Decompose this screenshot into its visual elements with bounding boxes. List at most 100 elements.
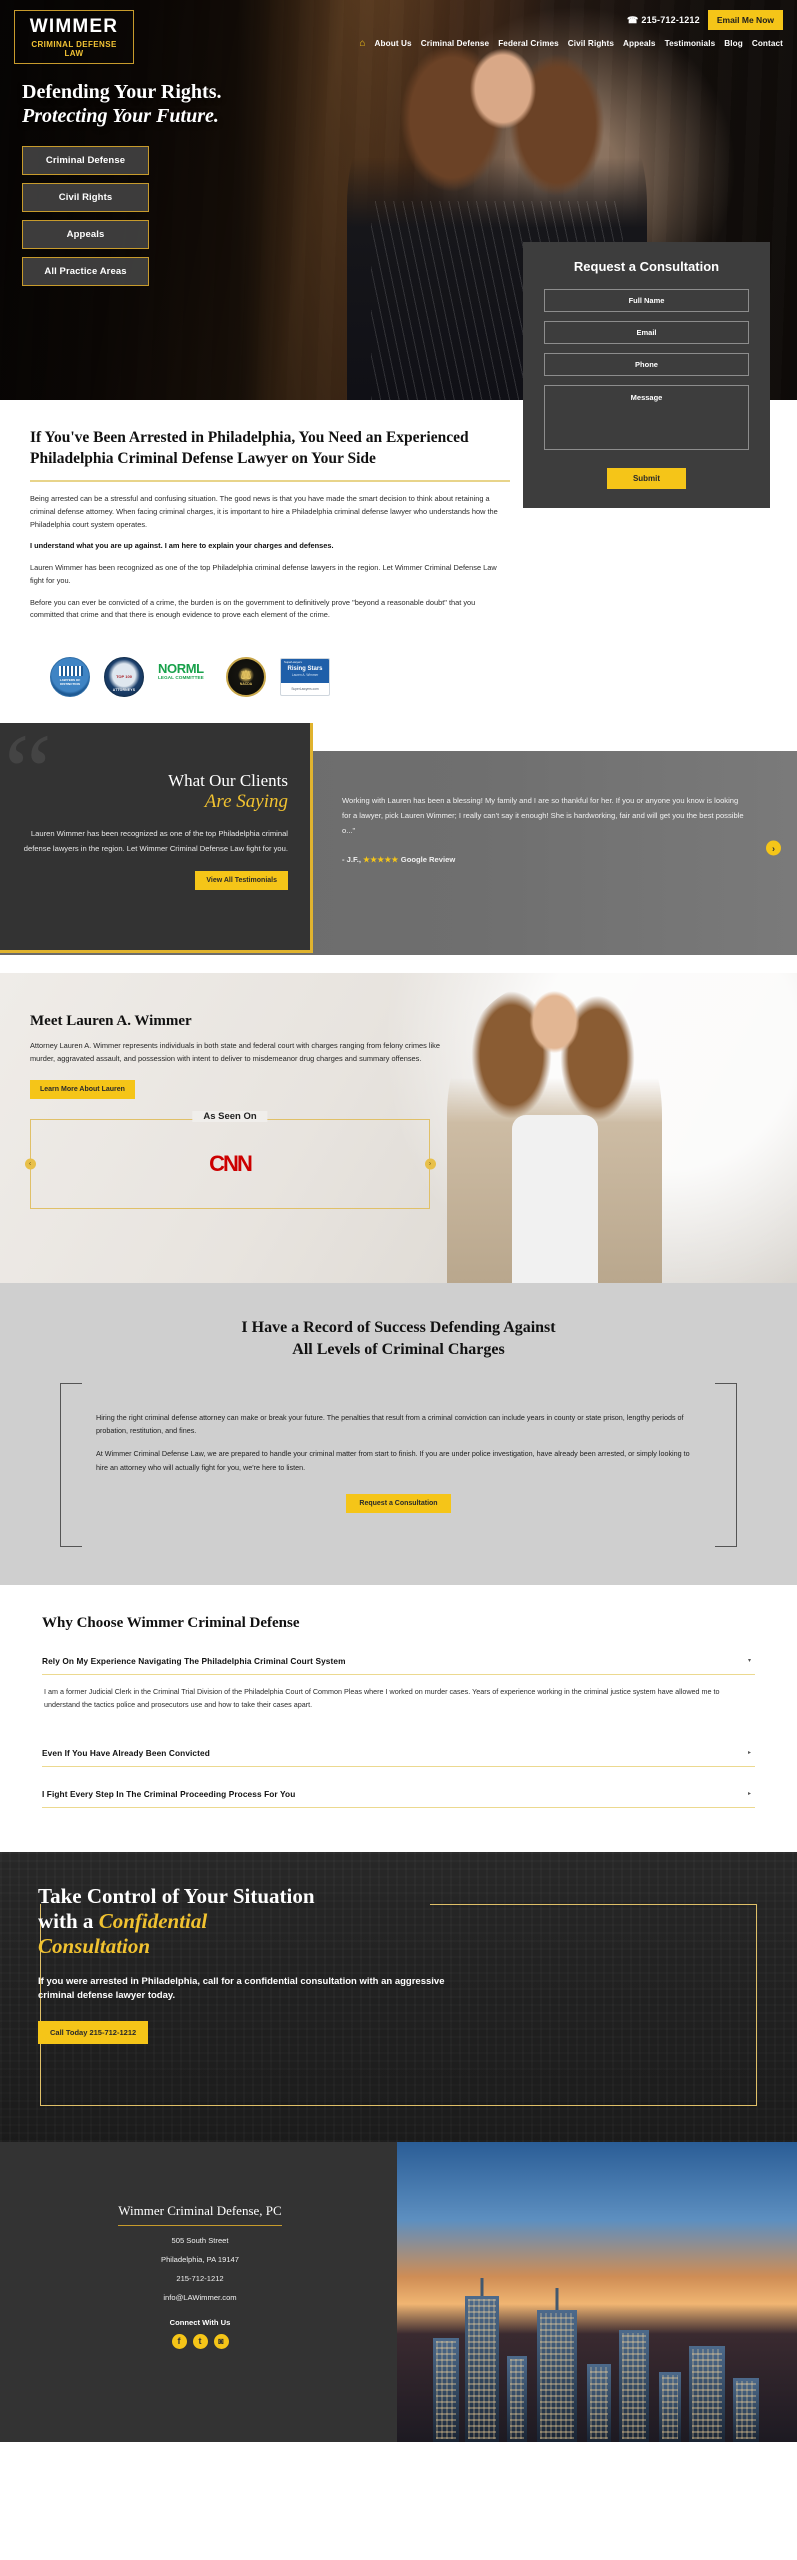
page-root: WIMMER CRIMINAL DEFENSE LAW ☎ 215-712-12… (0, 0, 797, 2442)
testimonial-attribution: - J.F., ★★★★★ Google Review (342, 855, 747, 864)
instagram-icon[interactable]: ◙ (213, 2333, 229, 2349)
hero-button-all-practice-areas[interactable]: All Practice Areas (22, 256, 149, 286)
as-seen-on-label: As Seen On (192, 1110, 268, 1122)
accordion-item-convicted: Even If You Have Already Been Convicted … (42, 1742, 755, 1767)
why-choose-heading: Why Choose Wimmer Criminal Defense (42, 1614, 300, 1631)
email-input[interactable] (544, 321, 749, 345)
footer-email[interactable]: info@LAWimmer.com (0, 2293, 400, 2302)
accordion-header-convicted[interactable]: Even If You Have Already Been Convicted … (42, 1742, 755, 1767)
full-name-input[interactable] (544, 289, 749, 313)
nav-item-appeals[interactable]: Appeals (623, 39, 656, 48)
learn-more-about-lauren-button[interactable]: Learn More About Lauren (30, 1079, 135, 1099)
nav-item-contact[interactable]: Contact (752, 39, 783, 48)
intro-paragraph-4: Before you can ever be convicted of a cr… (30, 597, 476, 620)
nav-item-blog[interactable]: Blog (724, 39, 743, 48)
testimonials-heading-line2: Are Saying (204, 790, 288, 812)
rising-stars-name: Lauren A. Wimmer (291, 672, 319, 677)
as-seen-on-next-arrow-icon[interactable]: › (424, 1158, 436, 1170)
footer-connect-label: Connect With Us (169, 2317, 231, 2327)
record-bracket-box: Hiring the right criminal defense attorn… (60, 1382, 737, 1547)
accordion-header-every-step[interactable]: I Fight Every Step In The Criminal Proce… (42, 1783, 755, 1808)
cta-heading-line1: Take Control of Your Situation (38, 1883, 315, 1908)
footer-address-line-2: Philadelphia, PA 19147 (161, 2254, 239, 2264)
badge-nacda (226, 657, 266, 698)
rising-stars-top: SuperLawyers Rising Stars Lauren A. Wimm… (281, 659, 329, 684)
chevron-down-icon: ▾ (747, 1658, 751, 1665)
cta-heading-line3-gold: Consultation (38, 1934, 151, 1959)
chevron-right-icon: ▸ (747, 1791, 751, 1798)
skyline-building (465, 2295, 499, 2442)
skyline-graphic (397, 2292, 797, 2442)
header-right: ☎ 215-712-1212 Email Me Now ⌂ About Us C… (359, 10, 783, 49)
skyline-building (619, 2329, 649, 2442)
skyline-building (659, 2371, 681, 2442)
header-phone[interactable]: ☎ 215-712-1212 (627, 15, 700, 26)
hero-button-civil-rights[interactable]: Civil Rights (22, 182, 149, 212)
nav-item-criminal-defense[interactable]: Criminal Defense (421, 39, 490, 48)
footer-contact-block: Wimmer Criminal Defense, PC 505 South St… (0, 2142, 400, 2349)
testimonial-quote-text: Working with Lauren has been a blessing!… (342, 796, 744, 836)
record-heading-line1: I Have a Record of Success Defending Aga… (241, 1319, 556, 1337)
site-logo[interactable]: WIMMER CRIMINAL DEFENSE LAW (14, 10, 134, 64)
consultation-form-title: Request a Consultation (573, 259, 720, 274)
cta-heading-line2-plain: with a (38, 1908, 99, 1933)
skyline-building (587, 2363, 611, 2442)
rising-stars-url: SuperLawyers.com (291, 687, 319, 692)
hero-headline-line1: Defending Your Rights. (22, 81, 222, 103)
phone-input[interactable] (544, 353, 749, 377)
request-a-consultation-button[interactable]: Request a Consultation (346, 1493, 451, 1513)
facebook-icon[interactable]: f (171, 2333, 187, 2349)
intro-section: If You've Been Arrested in Philadelphia,… (0, 400, 540, 649)
footer-phone[interactable]: 215-712-1212 (0, 2274, 400, 2283)
testimonials-heading-line1: What Our Clients (168, 771, 288, 791)
testimonial-next-arrow-icon[interactable]: › (766, 840, 781, 856)
skyline-building (507, 2355, 527, 2442)
skyline-building (433, 2337, 459, 2442)
logo-secondary-text: CRIMINAL DEFENSE LAW (31, 40, 117, 58)
award-badges: NORML LEGAL COMMITTEE SuperLawyers Risin… (0, 649, 797, 723)
nav-item-civil-rights[interactable]: Civil Rights (568, 39, 614, 48)
testimonial-source: Google Review (400, 854, 456, 864)
rising-stars-title: Rising Stars (287, 665, 323, 672)
footer-skyline-image (397, 2141, 797, 2442)
meet-copy: Meet Lauren A. Wimmer Attorney Lauren A.… (0, 973, 440, 1099)
accordion-header-experience[interactable]: Rely On My Experience Navigating The Phi… (42, 1650, 755, 1675)
intro-paragraph-1: Being arrested can be a stressful and co… (30, 494, 498, 529)
message-textarea[interactable] (544, 385, 749, 451)
hero-headline-line2: Protecting Your Future. (22, 105, 219, 128)
nav-item-testimonials[interactable]: Testimonials (665, 39, 716, 48)
testimonials-left-panel: “ What Our Clients Are Saying Lauren Wim… (0, 723, 313, 954)
nav-item-federal-crimes[interactable]: Federal Crimes (498, 39, 559, 48)
accordion-item-every-step: I Fight Every Step In The Criminal Proce… (42, 1783, 755, 1808)
skyline-building (537, 2309, 577, 2442)
submit-button[interactable]: Submit (606, 468, 687, 490)
logo-primary-text: WIMMER (29, 16, 119, 37)
accordion-body-experience: I am a former Judicial Clerk in the Crim… (44, 1686, 720, 1709)
hero-button-criminal-defense[interactable]: Criminal Defense (22, 145, 149, 175)
rising-stars-brand: SuperLawyers (284, 660, 302, 665)
header-contact-row: ☎ 215-712-1212 Email Me Now (627, 10, 783, 30)
badge-rising-stars: SuperLawyers Rising Stars Lauren A. Wimm… (280, 658, 330, 697)
home-icon[interactable]: ⌂ (359, 38, 365, 49)
call-today-button[interactable]: Call Today 215-712-1212 (38, 2020, 149, 2044)
bracket-right-decoration (715, 1382, 737, 1547)
twitter-icon[interactable]: t (192, 2333, 208, 2349)
hero-headline: Defending Your Rights. Protecting Your F… (22, 80, 797, 129)
view-all-testimonials-button[interactable]: View All Testimonials (195, 871, 288, 891)
badge-top-100-attorneys (104, 657, 144, 698)
footer-address-line-1: 505 South Street (171, 2235, 229, 2245)
accordion-item-experience: Rely On My Experience Navigating The Phi… (42, 1650, 755, 1726)
header-phone-number: 215-712-1212 (641, 15, 700, 25)
as-seen-on-prev-arrow-icon[interactable]: ‹ (24, 1158, 36, 1170)
accordion-spacer (42, 1771, 755, 1783)
skyline-building (689, 2345, 725, 2442)
email-me-now-button[interactable]: Email Me Now (707, 10, 783, 30)
record-heading: I Have a Record of Success Defending Aga… (0, 1317, 797, 1361)
norml-logo-text: NORML (158, 661, 204, 677)
accordion-title-every-step: I Fight Every Step In The Criminal Proce… (42, 1788, 296, 1799)
nav-item-about-us[interactable]: About Us (375, 39, 412, 48)
hero-button-appeals[interactable]: Appeals (22, 219, 149, 249)
intro-heading: If You've Been Arrested in Philadelphia,… (30, 429, 469, 467)
footer-social-links: f t ◙ (0, 2333, 400, 2349)
accordion-title-convicted: Even If You Have Already Been Convicted (42, 1747, 210, 1758)
